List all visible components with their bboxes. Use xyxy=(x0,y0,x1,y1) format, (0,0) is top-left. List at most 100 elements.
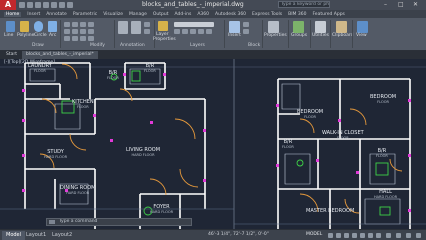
dimension-icon[interactable] xyxy=(131,21,141,34)
tab-featured-apps[interactable]: Featured Apps xyxy=(312,12,344,17)
panel-layers[interactable]: Layers xyxy=(190,43,205,48)
room-living-floor: HARD FLOOR xyxy=(131,153,155,157)
fillet-icon[interactable] xyxy=(80,29,86,34)
tab-addins[interactable]: Add-ins xyxy=(175,12,192,17)
tab-start[interactable]: Start xyxy=(2,51,21,59)
panel-modify[interactable]: Modify xyxy=(90,43,105,48)
insert-block-icon[interactable] xyxy=(229,21,240,33)
move-icon[interactable] xyxy=(64,22,70,27)
explode-icon[interactable] xyxy=(88,29,94,34)
tab-home[interactable]: Home xyxy=(4,11,22,17)
room-bath-floor: FLOOR xyxy=(107,76,119,80)
room-foyer-floor: HARD FLOOR xyxy=(150,210,174,214)
lineweight-icon[interactable] xyxy=(368,233,373,238)
workspace-icon[interactable] xyxy=(386,233,391,238)
room-master: MASTER BEDROOM xyxy=(306,209,354,214)
match-layer-icon[interactable] xyxy=(206,29,212,34)
isolate-icon[interactable] xyxy=(396,233,401,238)
properties-label: Properties xyxy=(264,33,287,38)
mirror-icon[interactable] xyxy=(72,29,78,34)
search-input[interactable]: Type a keyword or phrase xyxy=(278,1,330,8)
clipboard-icon[interactable] xyxy=(336,21,347,33)
edit-block-icon[interactable] xyxy=(243,29,249,34)
room-dining: DINING ROOM HARD FLOOR xyxy=(60,186,95,196)
properties-icon[interactable] xyxy=(268,21,279,33)
grid-icon[interactable] xyxy=(328,233,333,238)
command-input[interactable]: Type a command xyxy=(46,218,192,226)
cursor-coordinates: 46'-3 1/4", 72'-7 1/2", 0'-0" xyxy=(208,232,269,237)
tab-layout2[interactable]: Layout2 xyxy=(48,231,76,240)
close-icon[interactable]: ✕ xyxy=(413,1,418,8)
redo-icon[interactable] xyxy=(67,2,73,8)
line-label: Line xyxy=(4,33,14,38)
minimize-icon[interactable]: – xyxy=(384,1,387,8)
rotate-icon[interactable] xyxy=(72,22,78,27)
saveas-icon[interactable] xyxy=(43,2,49,8)
arc-icon[interactable] xyxy=(48,21,57,32)
tab-output[interactable]: Output xyxy=(153,12,169,17)
save-icon[interactable] xyxy=(35,2,41,8)
model-space-button[interactable]: MODEL xyxy=(306,232,322,237)
panel-divider xyxy=(288,20,289,48)
autocad-logo-icon[interactable]: A xyxy=(0,0,16,10)
layer-freeze-icon[interactable] xyxy=(182,29,188,34)
undo-icon[interactable] xyxy=(59,2,65,8)
ortho-icon[interactable] xyxy=(344,233,349,238)
tab-a360[interactable]: A360 xyxy=(197,12,209,17)
create-block-icon[interactable] xyxy=(243,22,249,27)
layer-off-icon[interactable] xyxy=(174,29,180,34)
tab-express-tools[interactable]: Express Tools xyxy=(252,12,282,17)
layer-lock-icon[interactable] xyxy=(190,29,196,34)
polyline-icon[interactable] xyxy=(20,21,29,32)
table-icon[interactable] xyxy=(144,29,150,34)
tab-layout1[interactable]: Layout1 xyxy=(22,231,50,240)
status-bar: Model Layout1 Layout2 46'-3 1/4", 72'-7 … xyxy=(0,229,426,240)
osnap-icon[interactable] xyxy=(360,233,365,238)
tab-autodesk360[interactable]: Autodesk 360 xyxy=(215,12,246,17)
snap-icon[interactable] xyxy=(336,233,341,238)
copy-icon[interactable] xyxy=(64,29,70,34)
tab-parametric[interactable]: Parametric xyxy=(73,12,97,17)
tab-bim360[interactable]: BIM 360 xyxy=(288,12,306,17)
line-icon[interactable] xyxy=(6,21,15,32)
tab-annotate[interactable]: Annotate xyxy=(46,12,67,17)
text-icon[interactable] xyxy=(118,21,128,34)
new-icon[interactable] xyxy=(19,2,25,8)
scale-icon[interactable] xyxy=(72,36,78,41)
trim-icon[interactable] xyxy=(80,22,86,27)
polar-icon[interactable] xyxy=(352,233,357,238)
drawing-canvas[interactable]: [-][Top][2D Wireframe] LAUNDRY FLOOR B/R F… xyxy=(0,59,426,229)
groups-icon[interactable] xyxy=(293,21,304,33)
tab-insert[interactable]: Insert xyxy=(27,12,40,17)
panel-divider xyxy=(154,20,155,48)
stretch-icon[interactable] xyxy=(64,36,70,41)
circle-icon[interactable] xyxy=(34,21,43,32)
room-laundry-floor: FLOOR xyxy=(34,69,46,73)
layer-properties-icon[interactable] xyxy=(158,21,168,31)
panel-divider xyxy=(310,20,311,48)
open-icon[interactable] xyxy=(27,2,33,8)
erase-icon[interactable] xyxy=(88,22,94,27)
offset-icon[interactable] xyxy=(88,36,94,41)
panel-annotation[interactable]: Annotation xyxy=(120,43,145,48)
maximize-icon[interactable]: □ xyxy=(398,1,404,8)
view-icon[interactable] xyxy=(357,21,368,33)
customize-icon[interactable] xyxy=(416,233,421,238)
tab-drawing[interactable]: blocks_and_tables_-_imperial* xyxy=(22,51,98,59)
utilities-icon[interactable] xyxy=(315,21,326,33)
layer-iso-icon[interactable] xyxy=(198,29,204,34)
array-icon[interactable] xyxy=(80,36,86,41)
fullscreen-icon[interactable] xyxy=(406,233,411,238)
layer-dropdown[interactable] xyxy=(174,22,214,27)
room-hall: HALL HARD FLOOR xyxy=(374,190,397,200)
room-bath-right-2: B/R FLOOR xyxy=(376,149,388,159)
leader-icon[interactable] xyxy=(144,22,150,27)
layer-props-label-2: Properties xyxy=(153,37,176,42)
plot-icon[interactable] xyxy=(51,2,57,8)
room-kitchen-floor: FLOOR xyxy=(76,105,89,109)
panel-block[interactable]: Block xyxy=(248,43,260,48)
annotation-scale-icon[interactable] xyxy=(376,233,381,238)
tab-manage[interactable]: Manage xyxy=(129,12,147,17)
tab-visualize[interactable]: Visualize xyxy=(103,12,123,17)
panel-draw[interactable]: Draw xyxy=(32,43,44,48)
